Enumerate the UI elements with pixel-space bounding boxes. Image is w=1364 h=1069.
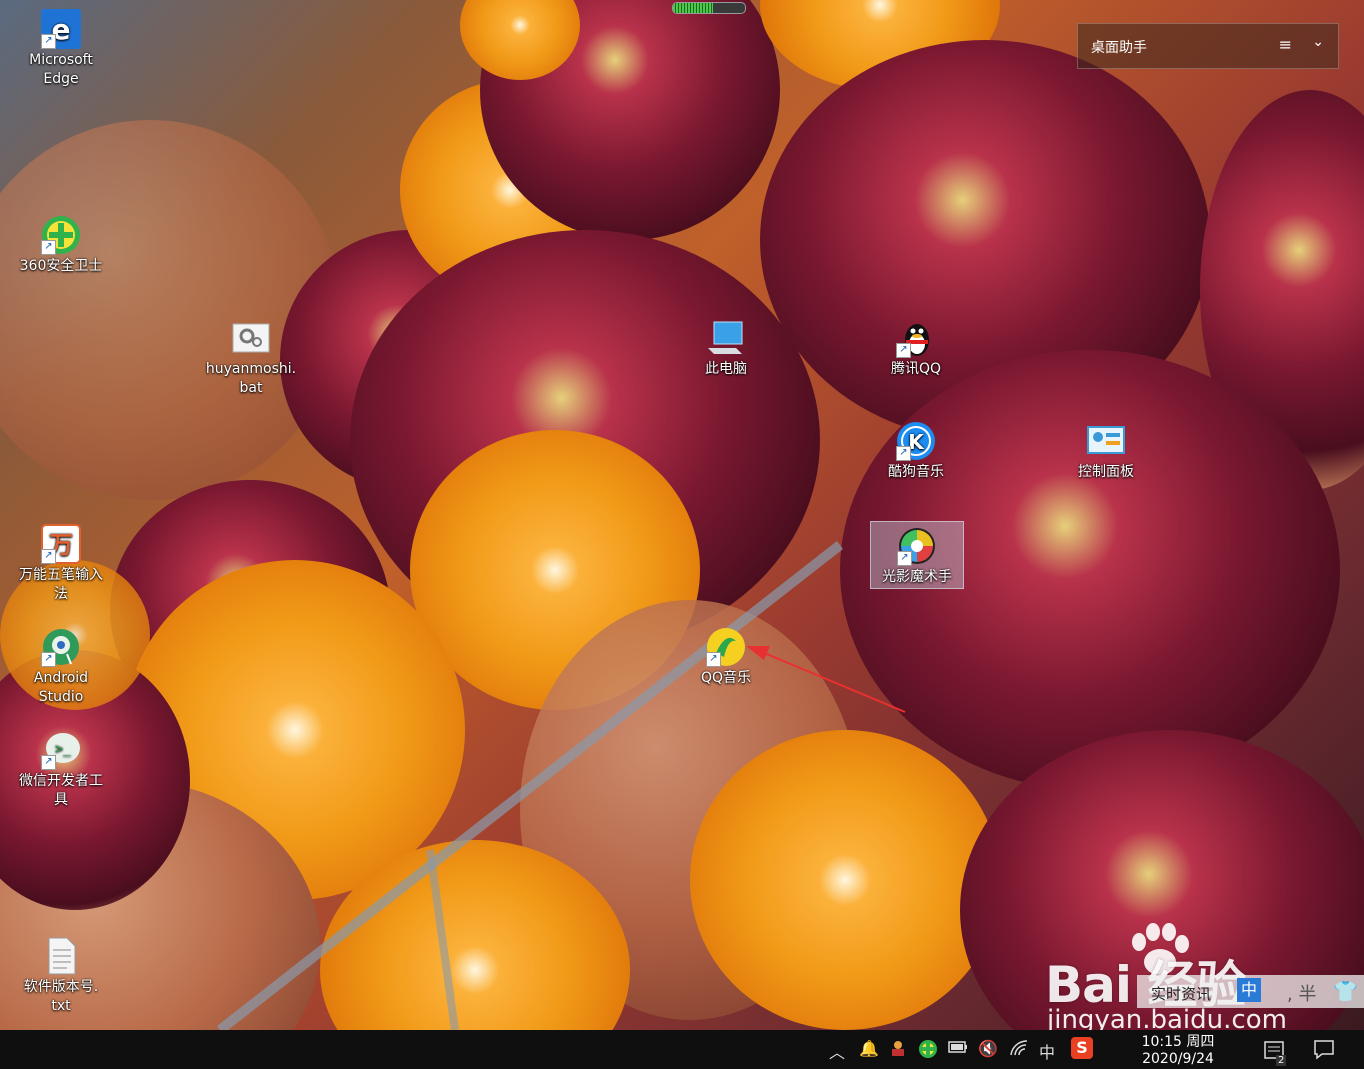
qq-penguin-icon: ↗ — [896, 318, 936, 358]
desktop-icon-android-studio[interactable]: ↗ Android Studio — [15, 627, 107, 707]
edge-icon: e ↗ — [41, 9, 81, 49]
clock-time: 10:15 周四 — [1141, 1034, 1215, 1050]
taskbar-clock[interactable]: 10:15 周四 2020/9/24 — [1128, 1034, 1228, 1068]
progress-indicator — [672, 2, 746, 14]
desktop-icon-version-txt[interactable]: 软件版本号. txt — [15, 936, 107, 1016]
ime-indicator[interactable]: 中 — [1039, 1039, 1055, 1063]
icon-label: 万能五笔输入 法 — [19, 567, 103, 602]
icon-label: 微信开发者工 具 — [19, 773, 103, 808]
desktop-wallpaper — [0, 0, 1364, 1030]
skin-shirt-icon[interactable]: 👕 — [1333, 979, 1358, 1003]
icon-label: 酷狗音乐 — [888, 464, 944, 480]
ime-extra: , 半 — [1287, 984, 1317, 1005]
icon-label: 光影魔术手 — [882, 569, 952, 585]
shortcut-arrow-icon: ↗ — [41, 652, 56, 667]
show-hidden-icon[interactable]: ︿ — [829, 1039, 845, 1063]
action-center-icon[interactable] — [1313, 1038, 1335, 1064]
desktop-icon-wubi[interactable]: 万 ↗ 万能五笔输入 法 — [15, 524, 107, 604]
sogou-ime-icon[interactable]: S — [1071, 1037, 1093, 1059]
desktop-icon-this-pc[interactable]: 此电脑 — [680, 318, 772, 379]
notification-count-badge: 2 — [1276, 1055, 1287, 1066]
shortcut-arrow-icon: ↗ — [896, 343, 911, 358]
taskbar: ︿ 🔔 🔇 中 S 10:15 周四 2020/9/24 2 — [0, 1030, 1364, 1069]
shortcut-arrow-icon: ↗ — [896, 446, 911, 461]
aperture-icon: ↗ — [897, 526, 937, 566]
shortcut-arrow-icon: ↗ — [706, 652, 721, 667]
icon-label: QQ音乐 — [700, 670, 752, 686]
icon-label: 此电脑 — [705, 361, 747, 377]
desktop-icon-kugou[interactable]: K ↗ 酷狗音乐 — [870, 421, 962, 482]
desktop-icon-wechat-devtools[interactable]: >_ ↗ 微信开发者工 具 — [15, 730, 107, 810]
shortcut-arrow-icon: ↗ — [41, 549, 56, 564]
ime-mode-badge[interactable]: 中 — [1237, 978, 1261, 1002]
desktop-icon-edge[interactable]: e ↗ Microsoft Edge — [15, 9, 107, 89]
ime-status-bar[interactable]: 实时资讯 中 , 半 👕 — [1137, 975, 1364, 1008]
desktop-icon-huyanmoshi[interactable]: huyanmoshi. bat — [205, 318, 297, 398]
shortcut-arrow-icon: ↗ — [897, 551, 912, 566]
assistant-title: 桌面助手 — [1091, 40, 1147, 56]
icon-label: huyanmoshi. bat — [205, 361, 297, 396]
wifi-icon[interactable] — [1009, 1039, 1029, 1061]
text-file-icon — [41, 936, 81, 976]
qq-music-icon: ↗ — [706, 627, 746, 667]
shortcut-arrow-icon: ↗ — [41, 755, 56, 770]
shortcut-arrow-icon: ↗ — [41, 240, 56, 255]
android-studio-icon: ↗ — [41, 627, 81, 667]
icon-label: Android Studio — [33, 670, 89, 705]
desktop-icon-qq-music[interactable]: ↗ QQ音乐 — [680, 627, 772, 688]
user-tray-icon[interactable] — [889, 1039, 907, 1061]
batch-gear-icon — [231, 318, 271, 358]
icon-label: 360安全卫士 — [19, 258, 103, 274]
shield-plus-icon: ↗ — [41, 215, 81, 255]
icon-label: 软件版本号. txt — [23, 979, 99, 1014]
icon-label: Microsoft Edge — [29, 52, 93, 87]
clock-date: 2020/9/24 — [1142, 1051, 1214, 1067]
shortcut-arrow-icon: ↗ — [41, 34, 56, 49]
desktop-icon-nEO-imaging[interactable]: ↗ 光影魔术手 — [870, 521, 964, 589]
svg-text:>_: >_ — [55, 742, 71, 757]
desktop-icon-360[interactable]: ↗ 360安全卫士 — [15, 215, 107, 276]
desktop-assistant-widget[interactable]: 桌面助手 ≡ ⌄ — [1077, 23, 1339, 69]
control-panel-icon — [1086, 421, 1126, 461]
wubi-icon: 万 ↗ — [41, 524, 81, 564]
icon-label: 控制面板 — [1078, 464, 1134, 480]
kugou-icon: K ↗ — [896, 421, 936, 461]
volume-muted-icon[interactable]: 🔇 — [978, 1039, 998, 1058]
computer-icon — [706, 318, 746, 358]
desktop-icon-qq[interactable]: ↗ 腾讯QQ — [870, 318, 962, 379]
hamburger-icon[interactable]: ≡ — [1279, 35, 1292, 54]
wechat-dev-icon: >_ ↗ — [41, 730, 81, 770]
360-tray-icon[interactable] — [918, 1039, 938, 1063]
news-label: 实时资讯 — [1151, 985, 1212, 1003]
desktop-icon-control-panel[interactable]: 控制面板 — [1060, 421, 1152, 482]
notification-bell-icon[interactable]: 🔔 — [859, 1039, 879, 1058]
icon-label: 腾讯QQ — [890, 361, 942, 377]
battery-icon[interactable] — [948, 1039, 968, 1058]
chevron-down-icon[interactable]: ⌄ — [1312, 34, 1324, 50]
